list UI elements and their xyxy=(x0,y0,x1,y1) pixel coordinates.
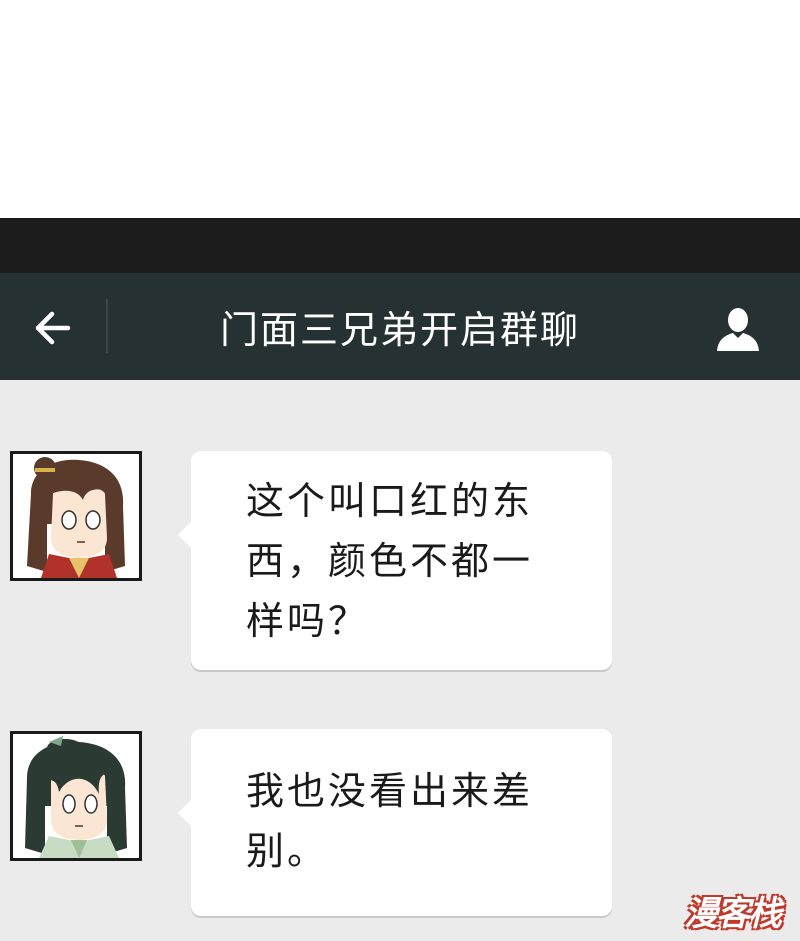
person-icon xyxy=(717,308,759,351)
watermark-logo: 漫客栈 xyxy=(672,880,800,936)
sender-avatar[interactable] xyxy=(10,451,142,581)
message-bubble[interactable]: 我也没看出来差 别。 xyxy=(178,729,612,916)
avatar-long-brown-hair-icon xyxy=(13,454,139,578)
message-text: 我也没看出来差 别。 xyxy=(246,769,534,873)
contact-info-button[interactable] xyxy=(706,299,770,359)
arrow-left-icon xyxy=(35,311,71,345)
sender-avatar[interactable] xyxy=(10,731,142,861)
avatar-long-dark-hair-icon xyxy=(13,734,139,858)
top-blank-area xyxy=(0,0,800,218)
chat-header: 门面三兄弟开启群聊 xyxy=(0,273,800,380)
chat-message-area[interactable]: 这个叫口红的东 西，颜色不都一 样吗？ 我也没看出来差 别。 xyxy=(0,380,800,941)
status-bar xyxy=(0,218,800,273)
header-divider xyxy=(106,299,108,353)
watermark-text: 漫客栈 xyxy=(684,894,782,934)
message-text: 这个叫口红的东 西，颜色不都一 样吗？ xyxy=(246,479,534,643)
back-button[interactable] xyxy=(22,303,82,353)
message-bubble[interactable]: 这个叫口红的东 西，颜色不都一 样吗？ xyxy=(178,451,612,670)
chat-title: 门面三兄弟开启群聊 xyxy=(219,308,580,352)
